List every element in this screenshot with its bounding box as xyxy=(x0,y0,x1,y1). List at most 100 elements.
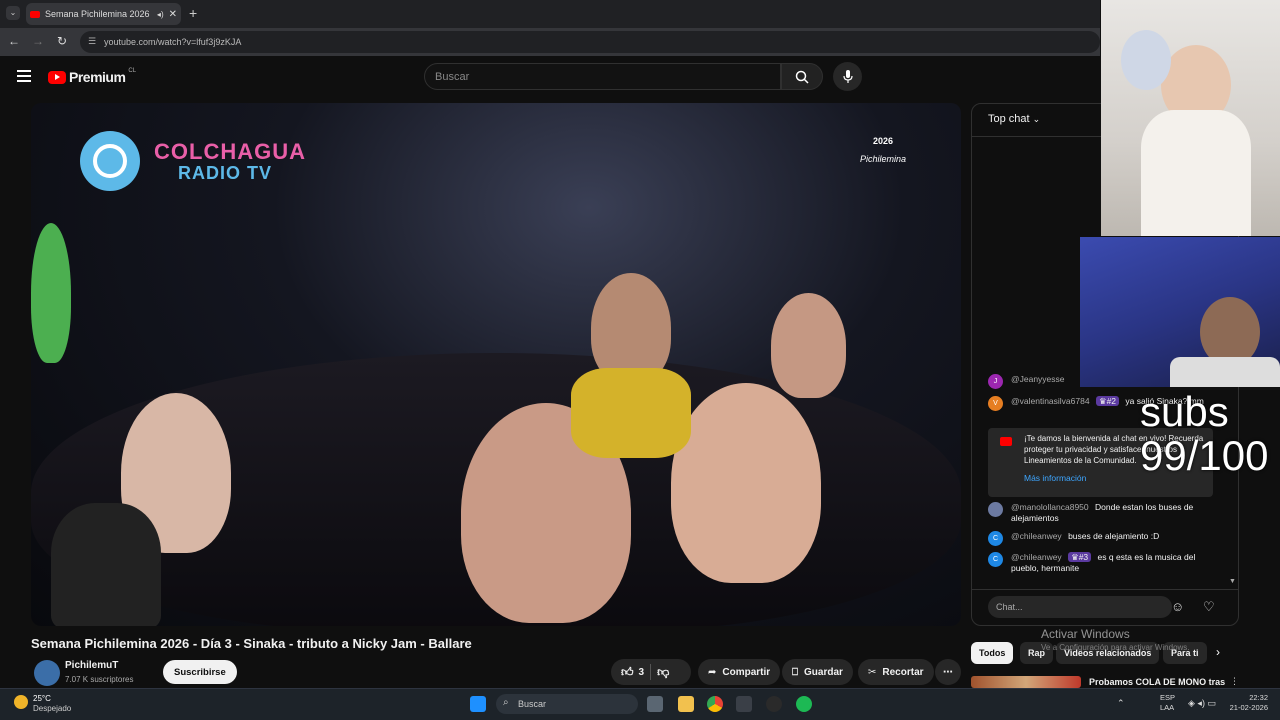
chat-avatar xyxy=(988,502,1003,517)
spotify-icon[interactable] xyxy=(796,696,812,712)
crowd-face xyxy=(591,273,671,383)
lang-layout: LAA xyxy=(1160,702,1175,712)
chat-avatar: V xyxy=(988,396,1003,411)
subscribe-button[interactable]: Suscribirse xyxy=(163,660,237,684)
subs-goal-overlay: subs 99/100 xyxy=(1140,389,1268,478)
address-bar[interactable]: ☰ youtube.com/watch?v=lfuf3j9zKJA xyxy=(80,31,1100,53)
chat-input[interactable]: Chat... xyxy=(988,596,1172,618)
chat-message: C @chileanwey buses de alejamiento :D xyxy=(988,531,1218,546)
task-view-icon[interactable] xyxy=(647,696,663,712)
chevron-right-icon[interactable]: › xyxy=(1216,645,1220,659)
heart-icon[interactable]: ♡ xyxy=(1203,599,1215,615)
network-volume-icons[interactable]: ◈ ◂) ▭ xyxy=(1188,698,1216,709)
search-placeholder: Buscar xyxy=(435,70,470,83)
dislike-button[interactable]: 👎︎ xyxy=(657,665,669,680)
logo-text: Premium xyxy=(69,69,126,85)
like-dislike-group: 👍︎ 3 👎︎ xyxy=(611,659,691,685)
search-icon: ⌕ xyxy=(503,697,509,708)
file-explorer-icon[interactable] xyxy=(678,696,694,712)
crowd-shirt xyxy=(571,368,691,458)
scroll-down-icon[interactable]: ▼ xyxy=(1229,578,1236,585)
chat-avatar: C xyxy=(988,531,1003,546)
tab-title: Semana Pichilemina 2026 xyxy=(45,9,150,19)
new-tab-button[interactable]: + xyxy=(189,5,197,21)
youtube-favicon-icon xyxy=(30,10,40,18)
back-icon[interactable]: ← xyxy=(8,34,20,48)
audio-icon[interactable]: ◂) xyxy=(157,10,164,19)
recommended-thumbnail[interactable] xyxy=(971,676,1081,688)
webcam-overlay-top xyxy=(1101,0,1280,236)
crowd-face xyxy=(771,293,846,398)
crown-icon: ♛ xyxy=(1098,396,1107,406)
chat-author[interactable]: @valentinasilva6784 xyxy=(1011,396,1090,406)
url-text: youtube.com/watch?v=lfuf3j9zKJA xyxy=(104,37,242,47)
character-sticker xyxy=(51,503,161,626)
save-label: Guardar xyxy=(804,666,843,678)
microphone-icon xyxy=(842,69,853,83)
reload-icon[interactable]: ↻ xyxy=(57,34,67,48)
divider xyxy=(650,664,652,680)
chat-author[interactable]: @chileanwey xyxy=(1011,531,1062,541)
thumbs-down-icon: 👎︎ xyxy=(657,664,670,679)
activate-windows-subtitle: Ve a Configuración para activar Windows. xyxy=(1041,643,1190,652)
tray-chevron-icon[interactable]: ⌃ xyxy=(1117,698,1125,709)
lang-code: ESP xyxy=(1160,693,1176,702)
windows-start-icon[interactable] xyxy=(470,696,486,712)
channel-name[interactable]: PichilemuT xyxy=(65,660,118,671)
logo-year: 2026 xyxy=(872,136,894,146)
clock[interactable]: 22:32 21-02-2026 xyxy=(1226,693,1268,713)
tab-list-button[interactable]: ⌄ xyxy=(6,6,20,20)
clock-date: 21-02-2026 xyxy=(1229,702,1268,712)
more-actions-button[interactable]: ⋯ xyxy=(935,659,961,685)
radio-logo-icon xyxy=(80,131,140,191)
voice-search-button[interactable] xyxy=(833,62,862,91)
rank-number: #2 xyxy=(1106,396,1117,406)
chat-author[interactable]: @manolollanca8950 xyxy=(1011,502,1089,512)
site-info-icon[interactable]: ☰ xyxy=(88,36,96,47)
menu-icon[interactable] xyxy=(17,70,31,82)
chat-text: buses de alejamiento :D xyxy=(1068,531,1160,541)
obs-icon[interactable] xyxy=(766,696,782,712)
search-button[interactable] xyxy=(781,63,823,90)
save-button[interactable]: ⎕ Guardar xyxy=(782,659,853,685)
chip-all[interactable]: Todos xyxy=(971,642,1014,664)
browser-tab[interactable]: Semana Pichilemina 2026 ◂) ✕ xyxy=(26,3,181,25)
divider xyxy=(972,589,1238,590)
more-vertical-icon[interactable]: ⋮ xyxy=(1230,676,1239,687)
chrome-icon[interactable] xyxy=(707,696,723,712)
emoji-icon[interactable]: ☺ xyxy=(1171,599,1184,614)
crown-prop xyxy=(1121,30,1171,90)
like-button[interactable]: 👍︎ 3 xyxy=(621,665,644,680)
region-code: CL xyxy=(128,68,137,74)
chat-author[interactable]: @chileanwey xyxy=(1011,552,1062,562)
clip-button[interactable]: ✂ Recortar xyxy=(858,659,934,685)
share-button[interactable]: ➦ Compartir xyxy=(698,659,781,685)
rank-number: #3 xyxy=(1078,552,1089,562)
chat-avatar: J xyxy=(988,374,1003,389)
weather-temp: 25°C xyxy=(33,694,51,703)
logo-line-2: RADIO TV xyxy=(178,163,273,183)
youtube-logo[interactable]: Premium CL xyxy=(48,68,137,85)
language-indicator[interactable]: ESP LAA xyxy=(1160,693,1175,713)
chat-author[interactable]: @Jeanyyesse xyxy=(1011,374,1065,384)
channel-avatar[interactable] xyxy=(34,660,60,686)
app-icon[interactable] xyxy=(736,696,752,712)
youtube-icon xyxy=(1000,437,1012,446)
chat-mode-dropdown[interactable]: Top chat ⌄ xyxy=(988,113,1040,125)
streamer-shirt xyxy=(1170,357,1280,387)
search-input[interactable]: Buscar xyxy=(424,63,781,90)
chat-message: C @chileanwey ♛#3 es q esta es la musica… xyxy=(988,552,1218,575)
chevron-down-icon: ⌄ xyxy=(1032,114,1041,124)
recommended-title[interactable]: Probamos COLA DE MONO tras xyxy=(1089,677,1225,687)
colchagua-radio-logo: COLCHAGUA RADIO TV xyxy=(80,131,320,201)
chat-avatar: C xyxy=(988,552,1003,567)
bookmark-icon: ⎕ xyxy=(792,666,798,678)
like-count: 3 xyxy=(638,666,645,678)
close-tab-icon[interactable]: ✕ xyxy=(169,9,177,20)
taskbar-search[interactable]: ⌕ Buscar xyxy=(496,694,638,714)
subscriber-count: 7.07 K suscriptores xyxy=(65,675,134,684)
share-icon: ➦ xyxy=(708,666,717,678)
chat-input-placeholder: Chat... xyxy=(996,602,1023,612)
forward-icon[interactable]: → xyxy=(32,34,44,48)
logo-name: Pichilemina xyxy=(859,154,907,164)
